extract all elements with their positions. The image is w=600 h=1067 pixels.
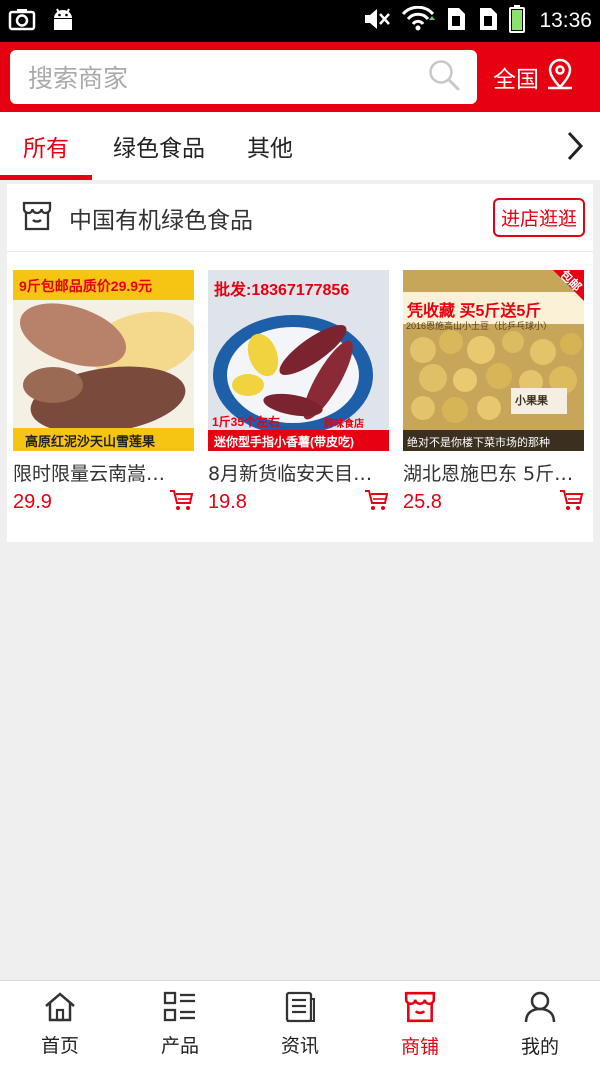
product-item[interactable]: 9斤包邮品质价29.9元 高原红泥沙天山雪莲果 限时限量云南嵩… 29.9 <box>13 270 194 516</box>
sim1-icon <box>445 6 467 36</box>
shop-icon <box>403 990 437 1028</box>
product-item[interactable]: 批发:18367177856 1斤35个左右 醉味食店 迷你型手指小香薯(带皮吃… <box>208 270 389 516</box>
product-title[interactable]: 8月新货临安天目… <box>208 459 389 486</box>
product-price: 19.8 <box>208 490 247 513</box>
tab-other[interactable]: 其他 <box>226 112 314 180</box>
status-bar: 13:36 <box>0 0 600 42</box>
nav-news[interactable]: 资讯 <box>240 981 360 1067</box>
product-title[interactable]: 湖北恩施巴东 5斤… <box>403 459 584 486</box>
product-list-icon <box>163 991 197 1027</box>
store-name: 中国有机绿色食品 <box>69 207 253 234</box>
product-image-caption-bottom: 高原红泥沙天山雪莲果 <box>25 434 156 449</box>
nav-mine[interactable]: 我的 <box>480 981 600 1067</box>
nav-label: 资讯 <box>280 1034 319 1057</box>
nav-products[interactable]: 产品 <box>120 981 240 1067</box>
product-image-potato[interactable]: 包邮 凭收藏 买5斤送5斤 2016恩施高山小土豆（比乒乓球小） 小果果 绝对不… <box>403 270 584 451</box>
search-placeholder: 搜索商家 <box>28 64 129 93</box>
product-image-shop-mark: 醉味食店 <box>324 419 364 430</box>
add-to-cart-icon[interactable] <box>558 488 584 516</box>
search-icon[interactable] <box>427 58 461 96</box>
wifi-icon <box>401 5 436 36</box>
product-item[interactable]: 包邮 凭收藏 买5斤送5斤 2016恩施高山小土豆（比乒乓球小） 小果果 绝对不… <box>403 270 584 516</box>
product-list: 9斤包邮品质价29.9元 高原红泥沙天山雪莲果 限时限量云南嵩… 29.9 批发… <box>7 252 593 516</box>
product-image-yacon[interactable]: 9斤包邮品质价29.9元 高原红泥沙天山雪莲果 <box>13 270 194 451</box>
android-icon <box>50 6 76 36</box>
nav-shops[interactable]: 商铺 <box>360 981 480 1067</box>
tab-all[interactable]: 所有 <box>0 112 92 180</box>
region-label: 全国 <box>493 67 539 93</box>
product-image-caption-top: 9斤包邮品质价29.9元 <box>19 278 153 294</box>
mute-icon <box>363 6 391 36</box>
add-to-cart-icon[interactable] <box>363 488 389 516</box>
product-price: 25.8 <box>403 490 442 513</box>
store-card: 中国有机绿色食品 进店逛逛 9斤包邮品质价29.9元 高原红泥沙天山雪莲果 限时… <box>7 184 593 542</box>
product-price: 29.9 <box>13 490 52 513</box>
status-time: 13:36 <box>539 9 592 32</box>
product-image-caption-bottom: 迷你型手指小香薯(带皮吃) <box>214 435 354 449</box>
visit-store-button[interactable]: 进店逛逛 <box>492 198 585 237</box>
battery-icon <box>509 5 526 37</box>
nav-label: 我的 <box>520 1035 559 1058</box>
nav-label: 产品 <box>160 1034 199 1057</box>
header-bar: 搜索商家 全国 <box>0 42 600 112</box>
home-icon <box>43 991 77 1027</box>
store-header[interactable]: 中国有机绿色食品 进店逛逛 <box>7 184 593 252</box>
news-icon <box>283 991 317 1027</box>
chevron-right-icon[interactable] <box>550 112 600 180</box>
product-image-caption-bottom: 绝对不是你楼下菜市场的那种 <box>407 437 550 449</box>
bottom-navigation: 首页 产品 资讯 商铺 我的 <box>0 980 600 1067</box>
product-image-caption-mid: 1斤35个左右 <box>212 415 281 429</box>
region-selector[interactable]: 全国 <box>493 57 575 97</box>
search-input[interactable]: 搜索商家 <box>10 50 477 104</box>
camera-icon <box>8 7 36 35</box>
product-image-caption-top: 批发:18367177856 <box>214 282 350 299</box>
category-tabs: 所有 绿色食品 其他 <box>0 112 600 180</box>
product-image-sweet-potato[interactable]: 批发:18367177856 1斤35个左右 醉味食店 迷你型手指小香薯(带皮吃… <box>208 270 389 451</box>
store-icon <box>21 200 53 236</box>
add-to-cart-icon[interactable] <box>168 488 194 516</box>
sim2-icon <box>477 6 499 36</box>
user-icon <box>523 990 557 1028</box>
product-image-tag: 小果果 <box>515 395 548 407</box>
product-image-caption-sub: 2016恩施高山小土豆（比乒乓球小） <box>406 321 553 331</box>
nav-home[interactable]: 首页 <box>0 981 120 1067</box>
location-pin-icon <box>545 57 575 97</box>
nav-label: 首页 <box>40 1034 79 1057</box>
product-title[interactable]: 限时限量云南嵩… <box>13 459 194 486</box>
tab-green-food[interactable]: 绿色食品 <box>92 112 226 180</box>
nav-label: 商铺 <box>400 1035 439 1058</box>
product-image-caption-top: 凭收藏 买5斤送5斤 <box>407 303 542 320</box>
